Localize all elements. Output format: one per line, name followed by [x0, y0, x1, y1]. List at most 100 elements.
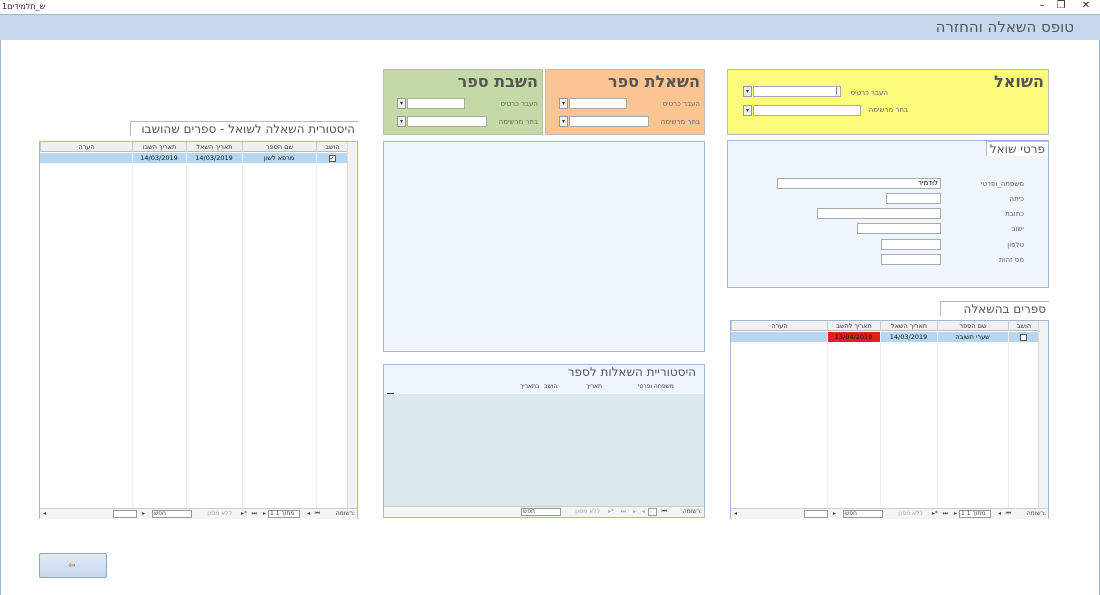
- col-header-date[interactable]: תאריך: [586, 383, 602, 390]
- cell-book[interactable]: שערי תשובה: [937, 332, 1008, 342]
- returned-checkbox[interactable]: ✓: [316, 153, 348, 163]
- minimize-icon[interactable]: –: [1032, 0, 1052, 11]
- chevron-down-icon[interactable]: ▾: [743, 86, 752, 97]
- record-label: רשומה:: [1026, 510, 1046, 517]
- first-record-icon[interactable]: ⏮: [315, 510, 320, 518]
- close-icon[interactable]: ✕: [1076, 0, 1096, 11]
- scroll-left-icon[interactable]: ◂: [43, 510, 46, 518]
- new-record-icon[interactable]: ▸*: [241, 510, 247, 518]
- chevron-down-icon[interactable]: ▾: [743, 105, 752, 116]
- borrower-scan-card-input[interactable]: |: [753, 86, 841, 97]
- no-filter-button[interactable]: ללא מסנן: [575, 508, 600, 516]
- new-record-icon[interactable]: ▸*: [932, 510, 938, 518]
- grid-divider: [1008, 331, 1009, 508]
- scroll-right-icon[interactable]: ▸: [142, 510, 145, 518]
- loans-title: ספרים בהשאלה: [940, 301, 1049, 316]
- chevron-down-icon[interactable]: ▾: [559, 116, 568, 127]
- exit-button[interactable]: ⇦: [39, 553, 107, 578]
- last-record-icon[interactable]: ⏭: [252, 510, 257, 518]
- return-scan-card-label: העבר כרטיס: [500, 100, 538, 108]
- class-field[interactable]: [886, 193, 941, 204]
- next-record-icon[interactable]: ▸: [263, 510, 266, 518]
- prev-record-icon[interactable]: ◂: [642, 508, 645, 516]
- last-record-icon[interactable]: ⏭: [943, 510, 948, 518]
- last-record-icon[interactable]: ⏭: [621, 508, 626, 516]
- col-header-loan-date[interactable]: תאריך השאל: [880, 321, 937, 331]
- borrow-choose-list-select[interactable]: [569, 116, 649, 127]
- col-header-returned[interactable]: הושב: [1008, 321, 1039, 331]
- record-position[interactable]: 1 מתוך 1: [959, 510, 991, 518]
- grid-divider: [242, 152, 243, 508]
- return-choose-list-select[interactable]: [407, 116, 487, 127]
- scroll-left-icon[interactable]: ◂: [734, 510, 737, 518]
- col-header-returned[interactable]: הושב: [316, 142, 348, 152]
- field-label-city: ישוב: [1011, 225, 1024, 233]
- city-field[interactable]: [857, 223, 941, 234]
- id-number-field[interactable]: [881, 254, 941, 265]
- first-record-icon[interactable]: ⏮: [662, 508, 667, 516]
- borrow-scan-card-label: העבר כרטיס: [662, 100, 700, 108]
- cell-due-date[interactable]: 13/04/2019: [827, 332, 880, 342]
- phone-field[interactable]: [881, 239, 941, 250]
- field-label-phone: טלפון: [1007, 241, 1024, 249]
- return-scan-card-input[interactable]: [407, 98, 465, 109]
- grid-divider: [937, 331, 938, 508]
- vertical-scrollbar[interactable]: [347, 142, 357, 508]
- search-input[interactable]: חפש: [152, 510, 192, 518]
- col-header-book[interactable]: שם הספר: [242, 142, 316, 152]
- name-field[interactable]: לודמיר: [777, 178, 941, 189]
- prev-record-icon[interactable]: ◂: [998, 510, 1001, 518]
- restore-icon[interactable]: ❐: [1051, 0, 1071, 11]
- cell-loan-date[interactable]: 14/03/2019: [880, 332, 937, 342]
- chevron-down-icon[interactable]: ▾: [559, 98, 568, 109]
- col-header-note[interactable]: הערה: [40, 142, 132, 152]
- returned-checkbox[interactable]: [1008, 332, 1039, 342]
- first-record-icon[interactable]: ⏮: [1006, 510, 1011, 518]
- address-field[interactable]: [817, 208, 941, 219]
- window-tab-label[interactable]: ש_תלמידים1: [2, 2, 45, 11]
- borrow-scan-card-input[interactable]: [569, 98, 627, 109]
- cell-book[interactable]: מרפא לשון: [242, 153, 316, 163]
- grid-divider: [827, 331, 828, 508]
- loans-grid: הושב שם הספר תאריך השאל תאריך להשב הערה …: [730, 320, 1049, 519]
- borrow-choose-list-label: בחר מרשימה: [660, 118, 700, 126]
- cell-return-date[interactable]: 14/03/2019: [132, 153, 186, 163]
- chevron-down-icon[interactable]: ▾: [397, 98, 406, 109]
- chevron-down-icon[interactable]: ▾: [397, 116, 406, 127]
- history-title: היסטורית השאלה לשואל - ספרים שהושבו: [130, 121, 358, 136]
- next-record-icon[interactable]: ▸: [633, 508, 636, 516]
- col-header-returned[interactable]: הושב: [544, 383, 557, 390]
- horizontal-scroll-thumb[interactable]: [804, 510, 828, 518]
- cell-loan-date[interactable]: 14/03/2019: [186, 153, 242, 163]
- col-header-book[interactable]: שם הספר: [937, 321, 1008, 331]
- borrower-details-title: פרטי שואל: [985, 141, 1048, 156]
- cell-note[interactable]: [40, 153, 132, 163]
- record-position[interactable]: [648, 508, 657, 516]
- return-choose-list-label: בחר מרשימה: [498, 118, 538, 126]
- col-header-return-date[interactable]: תאריך השבו: [132, 142, 186, 152]
- search-input[interactable]: חפש: [521, 508, 561, 516]
- col-header-due-date[interactable]: תאריך להשב: [827, 321, 880, 331]
- horizontal-scroll-thumb[interactable]: [113, 510, 137, 518]
- prev-record-icon[interactable]: ◂: [307, 510, 310, 518]
- vertical-scrollbar[interactable]: [1038, 321, 1048, 508]
- record-position[interactable]: 1 מתוך 1: [268, 510, 300, 518]
- search-input[interactable]: חפש: [843, 510, 883, 518]
- no-filter-button[interactable]: ללא מסנן: [898, 510, 923, 518]
- new-record-icon[interactable]: ▸*: [608, 508, 614, 516]
- table-row[interactable]: ✓ מרפא לשון 14/03/2019 14/03/2019: [40, 153, 348, 163]
- field-label-id: מס זהות: [998, 256, 1024, 264]
- window-titlebar: ש_תלמידים1 – ❐ ✕: [0, 0, 1100, 14]
- next-record-icon[interactable]: ▸: [954, 510, 957, 518]
- no-filter-button[interactable]: ללא מסנן: [207, 510, 232, 518]
- borrow-book-title: השאלת ספר: [608, 72, 700, 91]
- borrower-choose-list-select[interactable]: [753, 105, 861, 116]
- col-header-loan-date[interactable]: תאריך השאל: [186, 142, 242, 152]
- cell-note[interactable]: [731, 332, 827, 342]
- col-header-note[interactable]: הערה: [731, 321, 827, 331]
- record-selector-mark: [387, 393, 394, 394]
- col-header-on-date[interactable]: בתאריך: [520, 383, 539, 390]
- col-header-name[interactable]: משפחה ופרטי: [638, 383, 674, 390]
- scroll-right-icon[interactable]: ▸: [833, 510, 836, 518]
- table-row[interactable]: שערי תשובה 14/03/2019 13/04/2019: [731, 332, 1039, 342]
